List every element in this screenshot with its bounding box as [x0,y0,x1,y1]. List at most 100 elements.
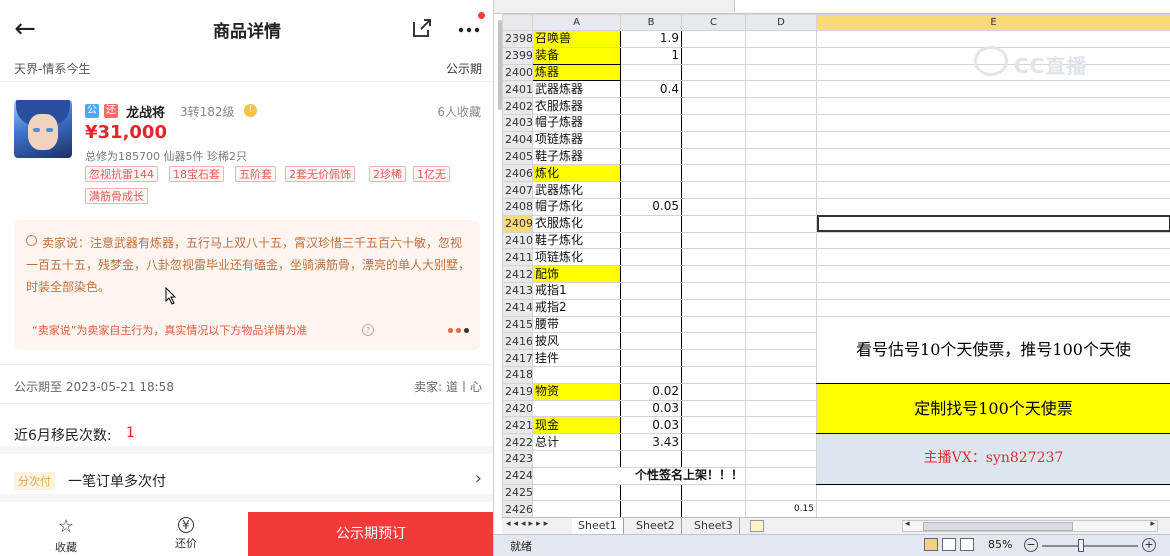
cell-b[interactable] [620,281,682,300]
cell-a[interactable]: 帽子炼器 [532,113,621,132]
cell-b[interactable] [620,332,682,351]
cell-a[interactable]: 挂件 [532,349,621,367]
zoom-slider-thumb[interactable] [1078,539,1084,552]
column-header[interactable]: E [816,14,1170,31]
cell-b[interactable] [620,483,682,502]
cell-a[interactable]: 项链炼器 [532,130,621,149]
row-number[interactable]: 2398 [502,30,533,48]
row-number[interactable]: 2410 [502,231,533,250]
cell-d[interactable] [745,181,817,199]
cell-a[interactable]: 项链炼化 [532,248,621,267]
scroll-left-icon[interactable]: ◂ [905,519,910,529]
cell-c[interactable] [681,500,746,519]
row-number[interactable]: 2415 [502,315,533,334]
cell-b[interactable] [620,500,682,519]
cell-b[interactable]: 3.43 [620,433,682,451]
column-header[interactable]: A [532,14,621,31]
cell-d[interactable] [745,97,817,115]
cell-b[interactable] [620,164,682,183]
cell-b[interactable] [620,63,682,82]
corner-select[interactable] [502,14,533,31]
cell-c[interactable] [681,46,746,65]
cell-d[interactable] [745,332,817,351]
cell-c[interactable] [681,97,746,115]
page-layout-view-icon[interactable] [942,538,956,551]
cell-d[interactable] [745,416,817,435]
cell-c[interactable] [681,231,746,250]
preorder-button[interactable]: 公示期预订 [248,512,493,556]
cell-d[interactable] [745,433,817,451]
cell-a[interactable] [532,399,621,418]
row-number[interactable]: 2419 [502,382,533,401]
row-number[interactable]: 2407 [502,181,533,199]
cell-e[interactable] [816,113,1170,132]
cell-b[interactable]: 1.9 [620,30,682,48]
cell-a[interactable]: 衣服炼器 [532,97,621,115]
row-number[interactable]: 2412 [502,265,533,283]
cell-a[interactable]: 披风 [532,332,621,351]
cell-e[interactable] [816,197,1170,216]
cell-d[interactable] [745,315,817,334]
cell-c[interactable] [681,365,746,384]
cell-e[interactable] [816,298,1170,317]
row-number[interactable]: 2408 [502,197,533,216]
cell-a[interactable]: 现金 [532,416,621,435]
cell-a[interactable]: 武器炼化 [532,181,621,199]
cell-d[interactable] [745,466,817,485]
cell-c[interactable] [681,433,746,451]
cell-a[interactable]: 帽子炼化 [532,197,621,216]
cell-e[interactable] [816,147,1170,166]
row-number[interactable]: 2421 [502,416,533,435]
cell-c[interactable] [681,113,746,132]
cell-d[interactable] [745,197,817,216]
zoom-slider[interactable] [1042,545,1138,547]
sheet-tab-3[interactable]: Sheet3 [688,518,740,534]
cell-a[interactable]: 配饰 [532,265,621,283]
cell-b[interactable] [620,349,682,367]
row-number[interactable]: 2401 [502,80,533,99]
cell-c[interactable] [681,30,746,48]
cell-c[interactable] [681,298,746,317]
cell-b[interactable] [620,147,682,166]
promo-custom-cell[interactable]: 定制找号100个天使票 [816,382,1170,435]
share-icon[interactable] [410,16,434,40]
cell-c[interactable] [681,483,746,502]
cell-d[interactable] [745,63,817,82]
cell-c[interactable] [681,63,746,82]
cell-b[interactable] [620,181,682,199]
cell-a[interactable] [532,365,621,384]
cell-b[interactable] [620,231,682,250]
zoom-out-icon[interactable]: − [1024,538,1038,552]
cell-e[interactable] [816,97,1170,115]
cell-d[interactable] [745,80,817,99]
cell-d[interactable] [745,164,817,183]
sheet-tab-2[interactable]: Sheet2 [630,518,682,534]
cell-e[interactable] [816,130,1170,149]
cell-e[interactable] [816,231,1170,250]
row-number[interactable]: 2426 [502,500,533,519]
bargain-button[interactable]: ¥ 还价 [156,512,216,556]
cell-c[interactable] [681,416,746,435]
active-cell[interactable] [816,214,1170,233]
cell-a[interactable]: 总计 [532,433,621,451]
cell-a[interactable]: 戒指2 [532,298,621,317]
cell-c[interactable] [681,349,746,367]
cell-b[interactable] [620,265,682,283]
cell-b[interactable]: 0.05 [620,197,682,216]
cell-c[interactable] [681,130,746,149]
row-number[interactable]: 2422 [502,433,533,451]
cell-b[interactable] [620,248,682,267]
cell-a[interactable]: 腰带 [532,315,621,334]
cell-d[interactable] [745,265,817,283]
cell-a[interactable]: 个性签名上架！！！ [532,466,746,485]
zoom-in-icon[interactable]: + [1142,538,1156,552]
insert-sheet-icon[interactable] [750,520,764,532]
cell-d[interactable] [745,147,817,166]
row-number[interactable]: 2403 [502,113,533,132]
cell-d[interactable] [745,113,817,132]
page-break-view-icon[interactable] [960,538,974,551]
cell-d[interactable] [745,449,817,468]
cell-e[interactable] [816,248,1170,267]
cell-a[interactable]: 召唤兽 [532,30,621,48]
cell-c[interactable] [681,332,746,351]
